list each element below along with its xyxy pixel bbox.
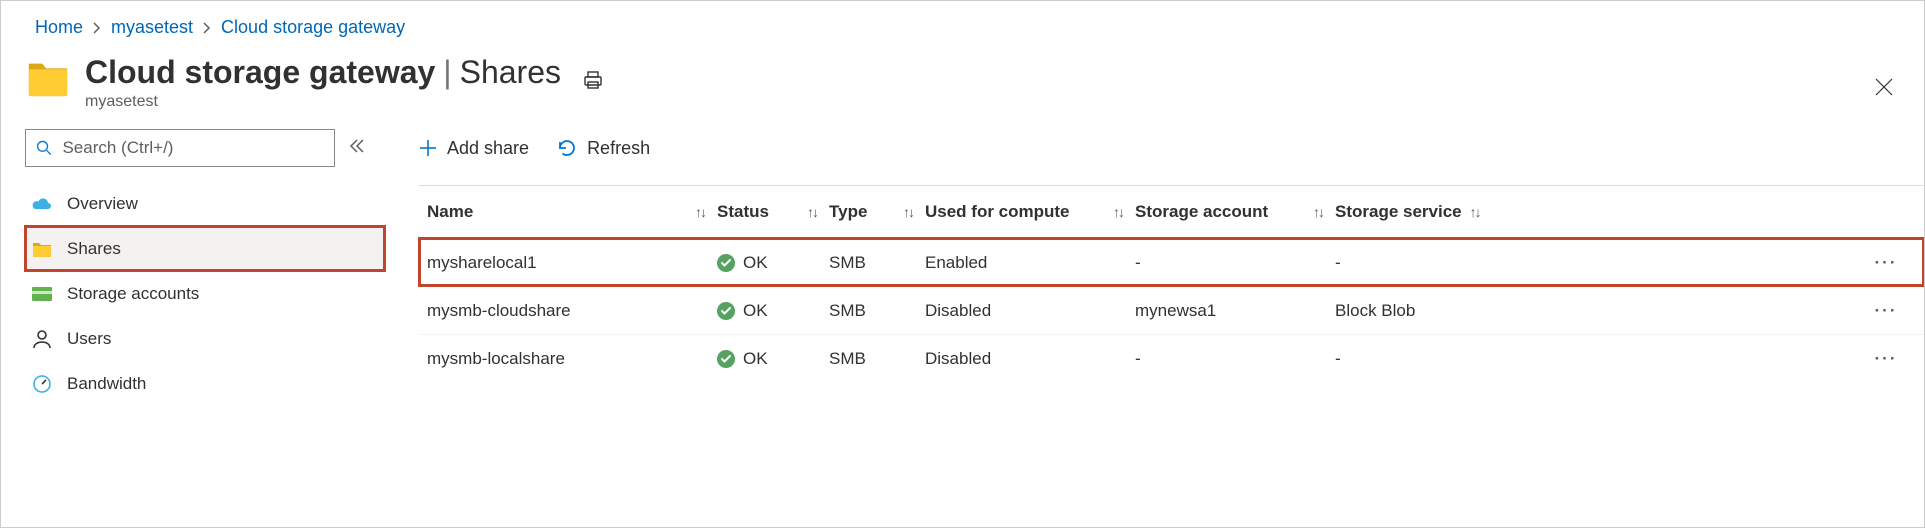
sort-icon: ↑↓ xyxy=(695,204,705,220)
breadcrumb-current[interactable]: Cloud storage gateway xyxy=(221,17,405,38)
refresh-icon xyxy=(557,138,577,158)
sidebar-item-overview[interactable]: Overview xyxy=(25,181,385,226)
storage-icon xyxy=(31,283,53,305)
sort-icon: ↑↓ xyxy=(1113,204,1123,220)
user-icon xyxy=(31,328,53,350)
cell-compute: Disabled xyxy=(925,301,1135,321)
sort-icon: ↑↓ xyxy=(903,204,913,220)
column-header-name[interactable]: Name↑↓ xyxy=(427,202,717,222)
plus-icon xyxy=(419,139,437,157)
cell-status: OK xyxy=(717,253,829,273)
sidebar-item-label: Bandwidth xyxy=(67,374,146,394)
sidebar-item-label: Storage accounts xyxy=(67,284,199,304)
sidebar: Overview Shares Storage accounts xyxy=(25,129,385,406)
cloud-icon xyxy=(31,193,53,215)
breadcrumb-home[interactable]: Home xyxy=(35,17,83,38)
refresh-button[interactable]: Refresh xyxy=(557,138,650,159)
table-row[interactable]: mysmb-localshare OK SMB Disabled - - ··· xyxy=(419,334,1924,382)
status-ok-icon xyxy=(717,302,735,320)
search-icon xyxy=(36,139,52,157)
page-title: Cloud storage gateway | Shares xyxy=(85,54,561,91)
cell-compute: Disabled xyxy=(925,349,1135,369)
status-ok-icon xyxy=(717,350,735,368)
cell-name: mysharelocal1 xyxy=(427,253,717,273)
sidebar-item-bandwidth[interactable]: Bandwidth xyxy=(25,361,385,406)
collapse-sidebar-button[interactable] xyxy=(349,139,365,158)
column-header-service[interactable]: Storage service↑↓ xyxy=(1335,202,1856,222)
row-actions-button[interactable]: ··· xyxy=(1856,253,1916,273)
close-button[interactable] xyxy=(1874,77,1894,102)
cell-name: mysmb-localshare xyxy=(427,349,717,369)
sidebar-item-label: Users xyxy=(67,329,111,349)
add-share-button[interactable]: Add share xyxy=(419,138,529,159)
cell-type: SMB xyxy=(829,349,925,369)
search-input[interactable] xyxy=(60,137,324,159)
table-row[interactable]: mysharelocal1 OK SMB Enabled - - ··· xyxy=(419,238,1924,286)
breadcrumb-resource[interactable]: myasetest xyxy=(111,17,193,38)
cell-service: - xyxy=(1335,253,1856,273)
cell-service: - xyxy=(1335,349,1856,369)
column-header-compute[interactable]: Used for compute↑↓ xyxy=(925,202,1135,222)
folder-icon xyxy=(31,238,53,260)
cell-account: - xyxy=(1135,253,1335,273)
row-actions-button[interactable]: ··· xyxy=(1856,349,1916,369)
folder-icon xyxy=(25,54,71,100)
shares-table: Name↑↓ Status↑↓ Type↑↓ Used for compute↑… xyxy=(419,186,1924,382)
cell-account: mynewsa1 xyxy=(1135,301,1335,321)
cell-type: SMB xyxy=(829,253,925,273)
gauge-icon xyxy=(31,373,53,395)
column-header-account[interactable]: Storage account↑↓ xyxy=(1135,202,1335,222)
sort-icon: ↑↓ xyxy=(1470,204,1480,220)
sidebar-item-label: Overview xyxy=(67,194,138,214)
sidebar-item-label: Shares xyxy=(67,239,121,259)
cell-compute: Enabled xyxy=(925,253,1135,273)
sidebar-item-users[interactable]: Users xyxy=(25,316,385,361)
column-header-type[interactable]: Type↑↓ xyxy=(829,202,925,222)
row-actions-button[interactable]: ··· xyxy=(1856,301,1916,321)
cell-service: Block Blob xyxy=(1335,301,1856,321)
table-row[interactable]: mysmb-cloudshare OK SMB Disabled mynewsa… xyxy=(419,286,1924,334)
search-input-wrapper[interactable] xyxy=(25,129,335,167)
cell-status: OK xyxy=(717,349,829,369)
sidebar-item-storage-accounts[interactable]: Storage accounts xyxy=(25,271,385,316)
chevron-right-icon xyxy=(203,22,211,34)
cell-type: SMB xyxy=(829,301,925,321)
sort-icon: ↑↓ xyxy=(807,204,817,220)
page-subtitle: myasetest xyxy=(85,93,561,111)
breadcrumb: Home myasetest Cloud storage gateway xyxy=(1,1,1924,46)
sort-icon: ↑↓ xyxy=(1313,204,1323,220)
chevron-right-icon xyxy=(93,22,101,34)
cell-status: OK xyxy=(717,301,829,321)
cell-account: - xyxy=(1135,349,1335,369)
status-ok-icon xyxy=(717,254,735,272)
sidebar-item-shares[interactable]: Shares xyxy=(25,226,385,271)
print-button[interactable] xyxy=(583,70,603,95)
column-header-status[interactable]: Status↑↓ xyxy=(717,202,829,222)
cell-name: mysmb-cloudshare xyxy=(427,301,717,321)
